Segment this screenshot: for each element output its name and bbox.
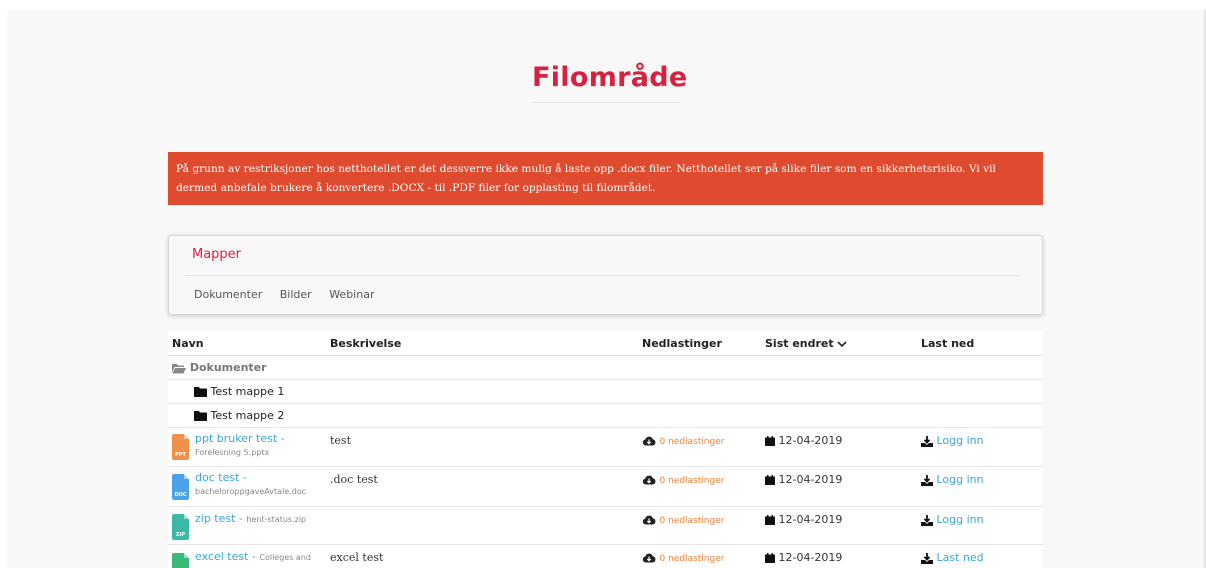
folder-link-webinar[interactable]: Webinar	[329, 288, 374, 301]
page-title: Filområde	[532, 62, 687, 103]
page: Filområde På grunn av restriksjoner hos …	[7, 10, 1205, 568]
header-modified-label: Sist endret	[765, 337, 834, 350]
header-downloads[interactable]: Nedlastinger	[642, 337, 722, 350]
download-count: 0 nedlastinger	[659, 554, 725, 564]
header-description[interactable]: Beskrivelse	[330, 337, 401, 350]
file-type-label: PPT	[175, 452, 186, 458]
file-date: 12-04-2019	[778, 513, 843, 526]
file-description: excel test	[330, 551, 384, 564]
download-count: 0 nedlastinger	[659, 516, 725, 526]
section-label: Dokumenter	[189, 361, 267, 374]
file-name-cell: ppt bruker test - Forelesning 5.pptx	[195, 432, 330, 459]
file-name: bacheloroppgaveAvtale.doc	[195, 487, 307, 496]
file-sep: -	[235, 512, 247, 525]
file-sep: -	[248, 550, 260, 563]
calendar-icon	[765, 475, 775, 485]
folder-icon	[194, 387, 207, 397]
download-action[interactable]: Logg inn	[921, 513, 984, 526]
download-action[interactable]: Logg inn	[921, 434, 984, 447]
download-count: 0 nedlastinger	[659, 476, 725, 486]
cloud-download-icon	[642, 475, 656, 485]
notice-banner: På grunn av restriksjoner hos netthotell…	[168, 152, 1043, 205]
file-title-link[interactable]: ppt bruker test	[195, 432, 277, 445]
chevron-down-icon	[837, 341, 848, 348]
subfolder-row[interactable]: Test mappe 1	[168, 380, 1043, 404]
action-label: Last ned	[936, 551, 984, 564]
title-wrap: Filområde	[7, 62, 1205, 103]
download-icon	[921, 552, 933, 564]
file-name-cell: doc test - bacheloroppgaveAvtale.doc	[195, 471, 330, 498]
folder-icon	[194, 411, 207, 421]
table-row: ZIP zip test - hent-status.zip 0 nedlast…	[168, 507, 1043, 545]
download-action[interactable]: Last ned	[921, 551, 984, 564]
file-date: 12-04-2019	[778, 551, 843, 564]
table-row: DOC doc test - bacheloroppgaveAvtale.doc…	[168, 467, 1043, 507]
downloads-cell: 0 nedlastinger	[642, 513, 724, 526]
file-title-link[interactable]: excel test	[195, 550, 248, 563]
downloads-cell: 0 nedlastinger	[642, 473, 724, 486]
date-cell: 12-04-2019	[765, 513, 842, 526]
header-name[interactable]: Navn	[172, 337, 204, 350]
section-row[interactable]: Dokumenter	[168, 356, 1043, 380]
calendar-icon	[765, 553, 775, 563]
download-count: 0 nedlastinger	[659, 437, 725, 447]
downloads-cell: 0 nedlastinger	[642, 434, 724, 447]
download-icon	[921, 474, 933, 486]
header-download[interactable]: Last ned	[921, 337, 974, 350]
subfolder-cell: Test mappe 1	[194, 385, 284, 398]
calendar-icon	[765, 436, 775, 446]
zip-file-icon: ZIP	[172, 514, 189, 540]
download-icon	[921, 514, 933, 526]
folder-open-icon	[172, 363, 186, 373]
file-name-cell: zip test - hent-status.zip	[195, 512, 330, 526]
cloud-download-icon	[642, 515, 656, 525]
action-label: Logg inn	[936, 473, 984, 486]
ppt-file-icon: PPT	[172, 434, 189, 460]
table-row: XLS excel test - Colleges and excel test…	[168, 545, 1043, 568]
file-description: .doc test	[330, 473, 378, 486]
file-type-label: DOC	[174, 492, 187, 498]
file-name: hent-status.zip	[246, 515, 307, 524]
file-name: Forelesning 5.pptx	[195, 448, 270, 457]
subfolder-row[interactable]: Test mappe 2	[168, 404, 1043, 428]
cloud-download-icon	[642, 553, 656, 563]
file-name-cell: excel test - Colleges and	[195, 550, 330, 564]
folders-title: Mapper	[192, 247, 242, 262]
date-cell: 12-04-2019	[765, 551, 842, 564]
subfolder-label: Test mappe 2	[210, 409, 285, 422]
subfolder-cell: Test mappe 2	[194, 409, 284, 422]
file-sep: -	[277, 432, 285, 445]
date-cell: 12-04-2019	[765, 434, 842, 447]
file-sep: -	[239, 471, 247, 484]
folder-links: Dokumenter Bilder Webinar	[194, 288, 388, 301]
file-description: test	[330, 434, 351, 447]
file-date: 12-04-2019	[778, 434, 843, 447]
doc-file-icon: DOC	[172, 474, 189, 500]
folder-link-bilder[interactable]: Bilder	[280, 288, 312, 301]
download-action[interactable]: Logg inn	[921, 473, 984, 486]
download-icon	[921, 435, 933, 447]
table-header: Navn Beskrivelse Nedlastinger Sist endre…	[168, 331, 1043, 356]
folder-link-dokumenter[interactable]: Dokumenter	[194, 288, 262, 301]
folders-panel: Mapper Dokumenter Bilder Webinar	[168, 235, 1043, 315]
action-label: Logg inn	[936, 513, 984, 526]
file-title-link[interactable]: doc test	[195, 471, 239, 484]
file-type-label: ZIP	[175, 532, 186, 538]
section-cell: Dokumenter	[172, 361, 267, 374]
files-table: Navn Beskrivelse Nedlastinger Sist endre…	[168, 331, 1043, 568]
action-label: Logg inn	[936, 434, 984, 447]
subfolder-label: Test mappe 1	[210, 385, 285, 398]
downloads-cell: 0 nedlastinger	[642, 551, 724, 564]
excel-file-icon: XLS	[172, 553, 189, 568]
date-cell: 12-04-2019	[765, 473, 842, 486]
file-title-link[interactable]: zip test	[195, 512, 235, 525]
file-date: 12-04-2019	[778, 473, 843, 486]
file-name: Colleges and	[259, 553, 311, 562]
calendar-icon	[765, 515, 775, 525]
table-row: PPT ppt bruker test - Forelesning 5.pptx…	[168, 428, 1043, 467]
header-modified[interactable]: Sist endret	[765, 337, 848, 350]
cloud-download-icon	[642, 436, 656, 446]
divider	[185, 275, 1020, 276]
